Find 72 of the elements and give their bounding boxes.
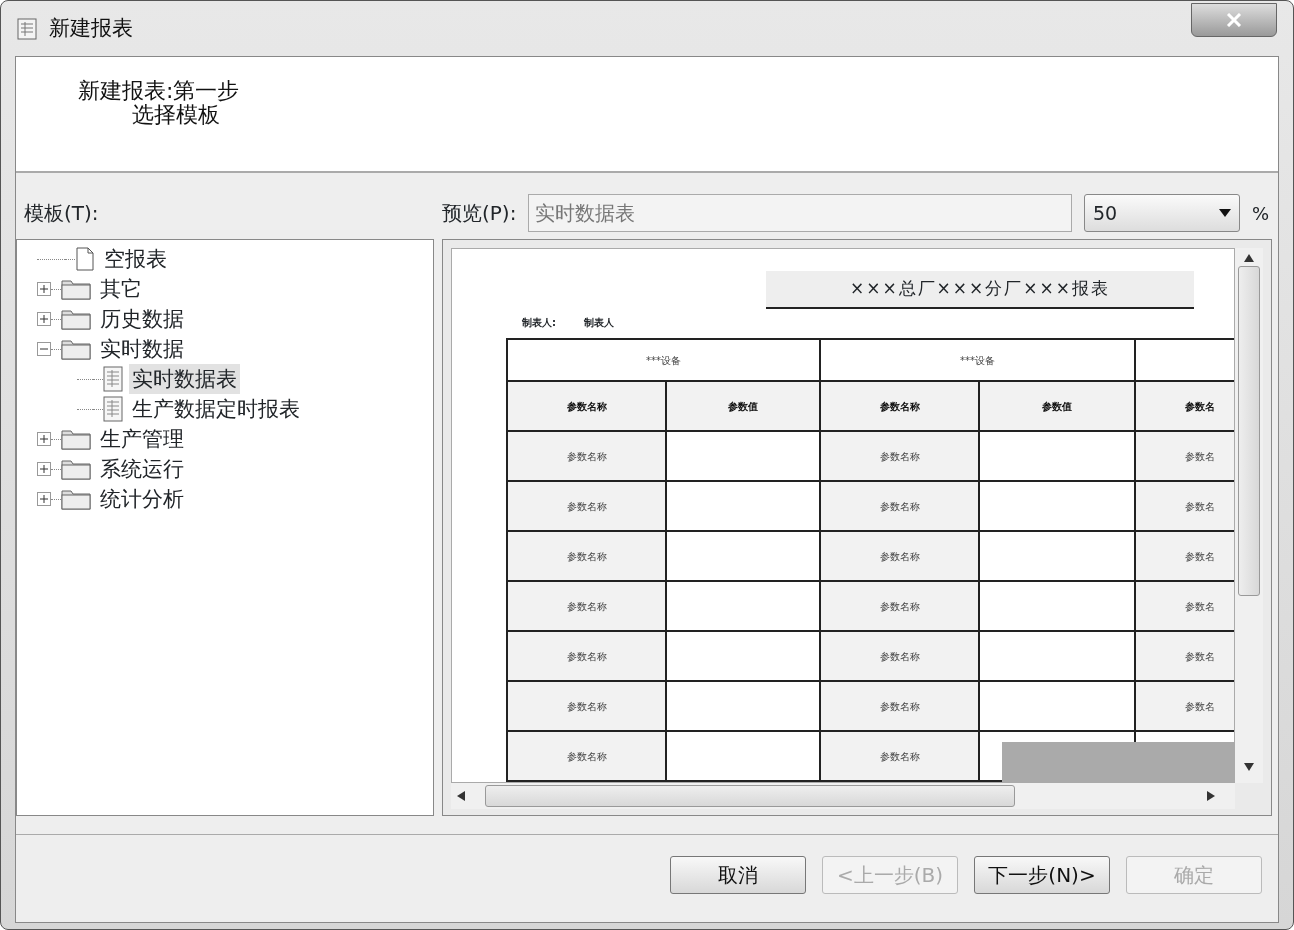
table-cell: 参数名称 <box>820 581 979 631</box>
scroll-left-icon[interactable] <box>457 791 465 801</box>
tree-item[interactable]: 实时数据表 <box>129 364 240 394</box>
template-label: 模板(T): <box>24 200 99 227</box>
zoom-dropdown[interactable]: 50 <box>1084 194 1240 232</box>
folder-icon <box>61 488 91 510</box>
table-cell: 参数名 <box>1135 581 1234 631</box>
table-cell: 参数名称 <box>820 681 979 731</box>
table-cell: 参数名 <box>1135 481 1234 531</box>
tree-item[interactable]: 系统运行 <box>97 454 187 484</box>
expand-toggle-icon[interactable] <box>37 462 51 476</box>
tree-item[interactable]: 生产数据定时报表 <box>129 394 303 424</box>
scroll-down-icon[interactable] <box>1244 763 1254 771</box>
folder-icon <box>61 278 91 300</box>
column-header: 参数值 <box>979 381 1135 431</box>
vertical-scrollbar[interactable] <box>1235 248 1263 783</box>
preparer-label: 制表人: <box>522 316 556 330</box>
table-cell: 参数名称 <box>820 631 979 681</box>
column-header: 参数名 <box>1135 381 1234 431</box>
horizontal-scrollbar[interactable] <box>451 783 1235 809</box>
table-cell: 参数名称 <box>507 531 666 581</box>
tree-item[interactable]: 生产管理 <box>97 424 187 454</box>
window-title: 新建报表 <box>49 14 133 42</box>
table-cell: 参数名称 <box>820 431 979 481</box>
table-cell: 参数名称 <box>507 431 666 481</box>
table-cell: 参数名 <box>1135 631 1234 681</box>
window-icon <box>17 17 37 40</box>
percent-label: % <box>1252 201 1271 226</box>
scroll-right-icon[interactable] <box>1207 791 1215 801</box>
expand-toggle-icon[interactable] <box>37 282 51 296</box>
dropdown-arrow-icon <box>1219 209 1231 217</box>
expand-toggle-icon[interactable] <box>37 312 51 326</box>
preview-label: 预览(P): <box>442 200 517 227</box>
close-icon <box>1225 13 1243 27</box>
tree-item[interactable]: 其它 <box>97 274 145 304</box>
folder-icon <box>61 458 91 480</box>
table-cell: 参数名称 <box>507 631 666 681</box>
tree-item[interactable]: 实时数据 <box>97 334 187 364</box>
table-cell: 参数名称 <box>507 481 666 531</box>
tree-item[interactable]: 历史数据 <box>97 304 187 334</box>
expand-toggle-icon[interactable] <box>37 492 51 506</box>
table-cell: 参数名 <box>1135 681 1234 731</box>
table-cell: 参数名称 <box>507 731 666 781</box>
column-header: 参数名称 <box>507 381 666 431</box>
group-header-cell: ***设备 <box>507 339 820 381</box>
table-cell: 参数名 <box>1135 531 1234 581</box>
table-cell: 参数名称 <box>820 481 979 531</box>
preparer-value: 制表人 <box>584 316 614 330</box>
folder-icon <box>61 428 91 450</box>
scroll-up-icon[interactable] <box>1244 254 1254 262</box>
wizard-step-subtitle: 选择模板 <box>131 103 221 128</box>
expand-toggle-icon[interactable] <box>37 432 51 446</box>
dialog-button[interactable]: 取消 <box>670 855 806 894</box>
table-cell: 参数名称 <box>820 531 979 581</box>
close-button[interactable] <box>1191 3 1277 37</box>
column-header: 参数值 <box>666 381 820 431</box>
wizard-step-title: 新建报表:第一步 <box>78 78 240 103</box>
table-cell: 参数名 <box>1135 431 1234 481</box>
folder-icon <box>61 338 91 360</box>
table-cell: 参数名称 <box>507 581 666 631</box>
collapse-toggle-icon[interactable] <box>37 342 51 356</box>
folder-icon <box>61 308 91 330</box>
tree-item[interactable]: 统计分析 <box>97 484 187 514</box>
tree-item[interactable]: 空报表 <box>101 244 170 274</box>
report-title: ×××总厂×××分厂×××报表 <box>766 271 1194 309</box>
dialog-button[interactable]: 下一步(N)> <box>974 855 1110 894</box>
template-name-field[interactable]: 实时数据表 <box>528 194 1072 232</box>
table-cell: 参数名称 <box>507 681 666 731</box>
column-header: 参数名称 <box>820 381 979 431</box>
table-cell: 参数名称 <box>820 731 979 781</box>
group-header-cell: ***设备 <box>820 339 1135 381</box>
file-icon <box>75 247 95 271</box>
